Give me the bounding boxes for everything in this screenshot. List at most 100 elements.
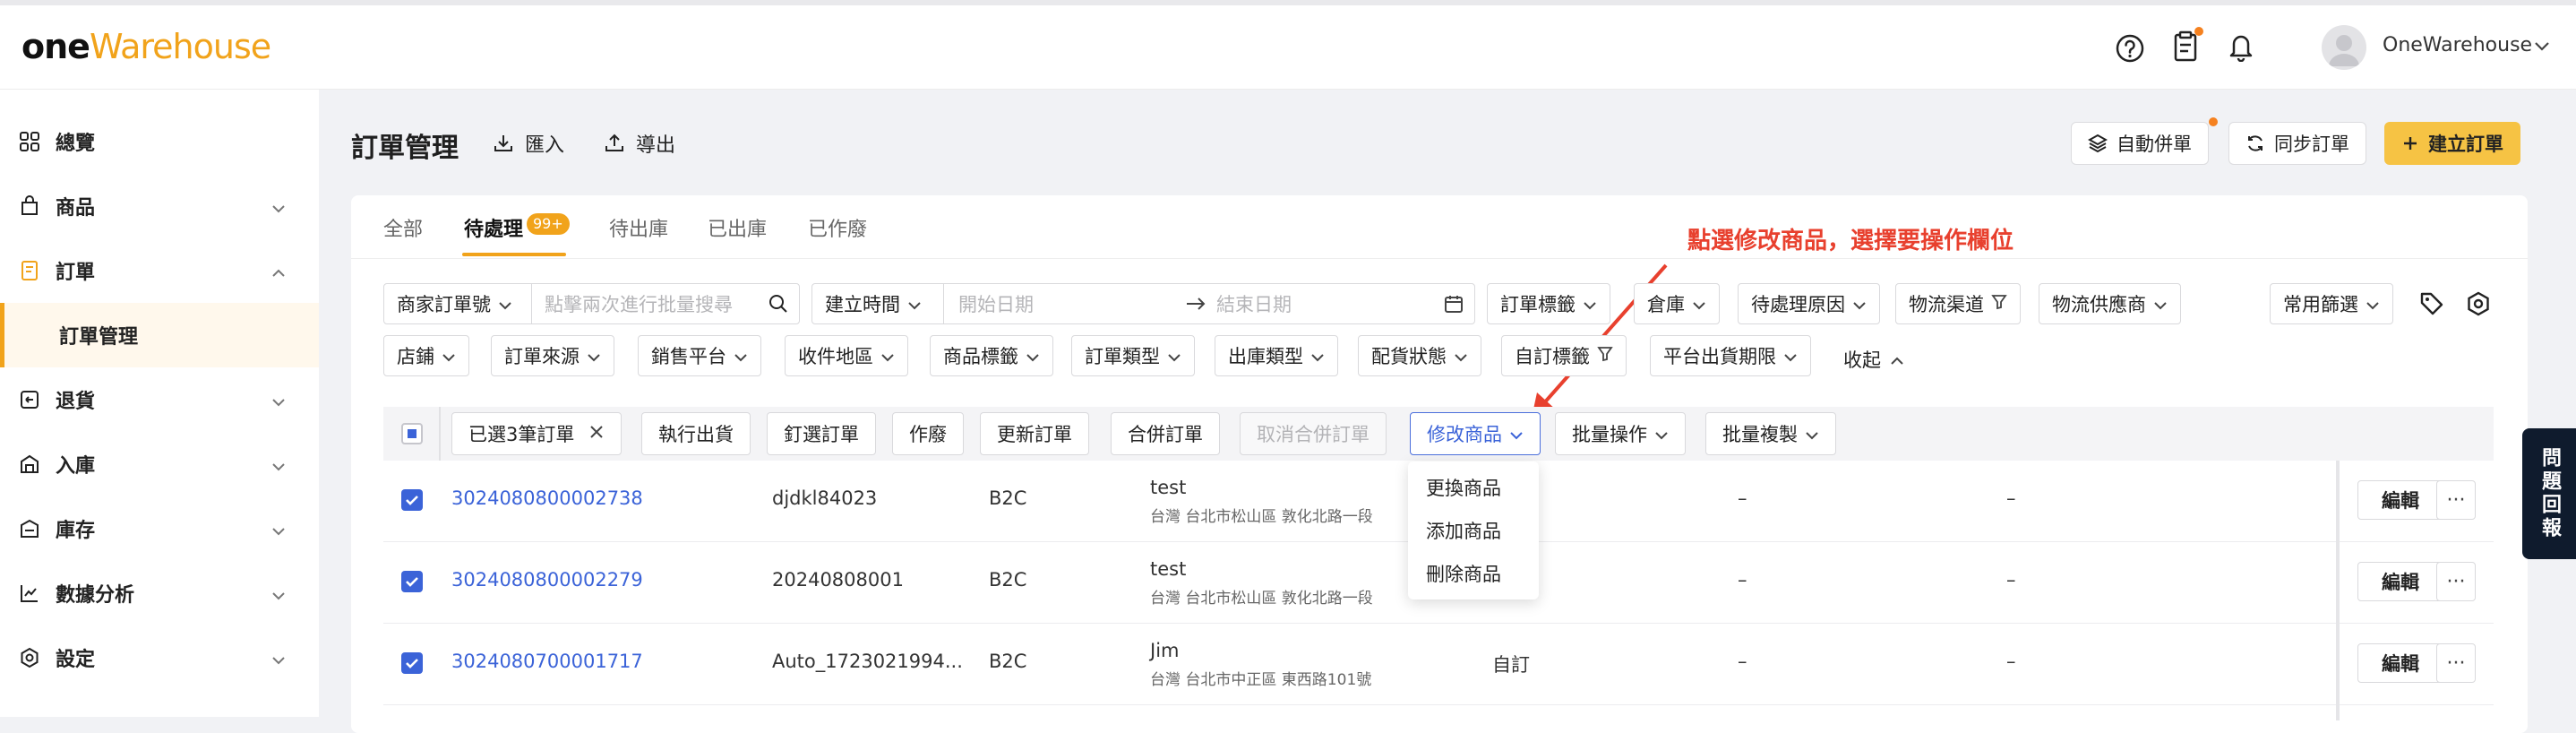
row-checkbox[interactable] bbox=[401, 489, 423, 511]
custom-tag-filter[interactable]: 自訂標籤 bbox=[1501, 335, 1627, 376]
tab-pending[interactable]: 待處理 bbox=[464, 213, 523, 242]
export-button[interactable]: 導出 bbox=[604, 129, 675, 158]
tab-awaiting-outbound[interactable]: 待出庫 bbox=[609, 213, 668, 242]
common-filters-button[interactable]: 常用篩選 bbox=[2270, 283, 2393, 324]
table-cell: – bbox=[2006, 487, 2016, 509]
store-filter[interactable]: 店鋪 bbox=[383, 335, 469, 376]
more-icon[interactable]: ··· bbox=[2436, 480, 2476, 520]
table-cell: – bbox=[1738, 487, 1747, 509]
chevron-down-icon bbox=[498, 293, 512, 315]
collapse-filters-button[interactable]: 收起 bbox=[1843, 346, 1904, 373]
close-icon[interactable] bbox=[588, 423, 605, 444]
allocation-status-filter[interactable]: 配貨狀態 bbox=[1358, 335, 1481, 376]
logistics-channel-filter[interactable]: 物流渠道 bbox=[1895, 283, 2021, 324]
chevron-down-icon bbox=[1583, 293, 1597, 315]
sync-orders-button[interactable]: 同步訂單 bbox=[2228, 122, 2366, 165]
outbound-type-filter[interactable]: 出庫類型 bbox=[1215, 335, 1338, 376]
help-icon[interactable] bbox=[2112, 30, 2148, 66]
user-name[interactable]: OneWarehouse bbox=[2383, 34, 2532, 56]
sidebar: 總覽 商品 訂單 訂單管理 退貨 入庫 庫存 數據分析 設定 bbox=[0, 90, 319, 717]
logo[interactable]: oneWarehouse bbox=[21, 27, 271, 66]
sidebar-item-returns[interactable]: 退貨 bbox=[0, 367, 319, 432]
sidebar-item-analytics[interactable]: 數據分析 bbox=[0, 561, 319, 625]
sidebar-item-inbound[interactable]: 入庫 bbox=[0, 432, 319, 496]
edit-button[interactable]: 編輯 bbox=[2357, 562, 2443, 601]
pending-reason-filter[interactable]: 待處理原因 bbox=[1738, 283, 1880, 324]
sales-platform-filter[interactable]: 銷售平台 bbox=[638, 335, 761, 376]
bell-icon[interactable] bbox=[2223, 29, 2259, 65]
auto-merge-button[interactable]: 自動併單 bbox=[2071, 122, 2209, 165]
order-tag: 自訂 bbox=[1492, 654, 1530, 676]
recipient-address: 台灣 台北市松山區 敦化北路一段 bbox=[1150, 590, 1373, 608]
bulk-operation-button[interactable]: 批量操作 bbox=[1555, 412, 1686, 455]
chevron-down-icon bbox=[270, 391, 287, 413]
menu-item-delete-product[interactable]: 刪除商品 bbox=[1426, 560, 1501, 587]
order-number-link[interactable]: 3024080800002738 bbox=[451, 487, 643, 509]
sidebar-item-settings[interactable]: 設定 bbox=[0, 625, 319, 690]
platform-ship-deadline-filter[interactable]: 平台出貨期限 bbox=[1650, 335, 1811, 376]
filter-label: 自訂標籤 bbox=[1515, 346, 1590, 367]
menu-item-add-product[interactable]: 添加商品 bbox=[1426, 517, 1501, 544]
tag-icon[interactable] bbox=[2418, 290, 2445, 321]
sidebar-item-overview[interactable]: 總覽 bbox=[0, 109, 319, 174]
search-icon[interactable] bbox=[769, 294, 788, 318]
filter-label: 訂單來源 bbox=[504, 346, 580, 367]
logo-one: one bbox=[21, 27, 90, 66]
feedback-button[interactable]: 問題回報 bbox=[2522, 428, 2576, 559]
edit-button[interactable]: 編輯 bbox=[2357, 643, 2443, 683]
tab-shipped[interactable]: 已出庫 bbox=[708, 213, 767, 242]
void-button[interactable]: 作廢 bbox=[892, 412, 964, 455]
order-source-filter[interactable]: 訂單來源 bbox=[491, 335, 614, 376]
more-icon[interactable]: ··· bbox=[2436, 643, 2476, 683]
update-order-button[interactable]: 更新訂單 bbox=[980, 412, 1089, 455]
more-icon[interactable]: ··· bbox=[2436, 562, 2476, 601]
order-type-filter[interactable]: 訂單類型 bbox=[1071, 335, 1195, 376]
filter-label: 商品標籤 bbox=[943, 346, 1018, 367]
warehouse-filter[interactable]: 倉庫 bbox=[1634, 283, 1720, 324]
order-tag-filter[interactable]: 訂單標籤 bbox=[1487, 283, 1610, 324]
order-number-link[interactable]: 3024080700001717 bbox=[451, 651, 643, 672]
inbound-icon bbox=[18, 453, 41, 476]
sidebar-item-products[interactable]: 商品 bbox=[0, 174, 319, 238]
chevron-down-icon bbox=[907, 293, 922, 315]
merchant-order-number: Auto_1723021994... bbox=[772, 651, 963, 672]
modify-product-button[interactable]: 修改商品 bbox=[1410, 412, 1541, 455]
chevron-down-icon bbox=[1692, 293, 1706, 315]
tab-all[interactable]: 全部 bbox=[383, 213, 423, 242]
bulk-copy-button[interactable]: 批量複製 bbox=[1705, 412, 1836, 455]
sidebar-item-inventory[interactable]: 庫存 bbox=[0, 496, 319, 561]
time-field-select[interactable]: 建立時間 bbox=[811, 283, 944, 324]
search-field-select[interactable]: 商家訂單號 bbox=[383, 283, 532, 324]
product-tag-filter[interactable]: 商品標籤 bbox=[930, 335, 1053, 376]
row-checkbox[interactable] bbox=[401, 652, 423, 674]
recipient-region-filter[interactable]: 收件地區 bbox=[785, 335, 908, 376]
date-range-picker[interactable]: 開始日期 結束日期 bbox=[943, 283, 1475, 324]
chevron-down-icon[interactable] bbox=[2533, 39, 2551, 56]
filter-label: 常用篩選 bbox=[2283, 294, 2358, 315]
execute-shipment-button[interactable]: 執行出貨 bbox=[641, 412, 751, 455]
edit-button[interactable]: 編輯 bbox=[2357, 480, 2443, 520]
calendar-icon[interactable] bbox=[1444, 294, 1464, 318]
row-checkbox[interactable] bbox=[401, 571, 423, 592]
settings-icon[interactable] bbox=[2465, 290, 2492, 321]
search-input[interactable]: 點擊兩次進行批量搜尋 bbox=[531, 283, 800, 324]
cancel-merge-button[interactable]: 取消合併訂單 bbox=[1240, 412, 1387, 455]
avatar[interactable] bbox=[2322, 25, 2366, 70]
sidebar-item-order-management[interactable]: 訂單管理 bbox=[0, 303, 319, 367]
clipboard-icon[interactable] bbox=[2168, 27, 2203, 65]
logistics-provider-filter[interactable]: 物流供應商 bbox=[2039, 283, 2181, 324]
select-all-checkbox[interactable] bbox=[401, 423, 423, 444]
chevron-down-icon bbox=[1026, 345, 1040, 366]
filter-label: 出庫類型 bbox=[1228, 346, 1303, 367]
sidebar-item-orders[interactable]: 訂單 bbox=[0, 238, 319, 303]
tab-voided[interactable]: 已作廢 bbox=[808, 213, 867, 242]
create-order-button[interactable]: 建立訂單 bbox=[2384, 122, 2520, 165]
export-label: 導出 bbox=[636, 134, 676, 157]
chevron-down-icon bbox=[270, 455, 287, 478]
merge-order-button[interactable]: 合併訂單 bbox=[1111, 412, 1220, 455]
menu-item-replace-product[interactable]: 更換商品 bbox=[1426, 474, 1501, 501]
pin-order-button[interactable]: 釘選訂單 bbox=[767, 412, 876, 455]
order-number-link[interactable]: 3024080800002279 bbox=[451, 569, 643, 591]
filter-label: 物流供應商 bbox=[2052, 294, 2146, 315]
import-button[interactable]: 匯入 bbox=[493, 129, 564, 158]
